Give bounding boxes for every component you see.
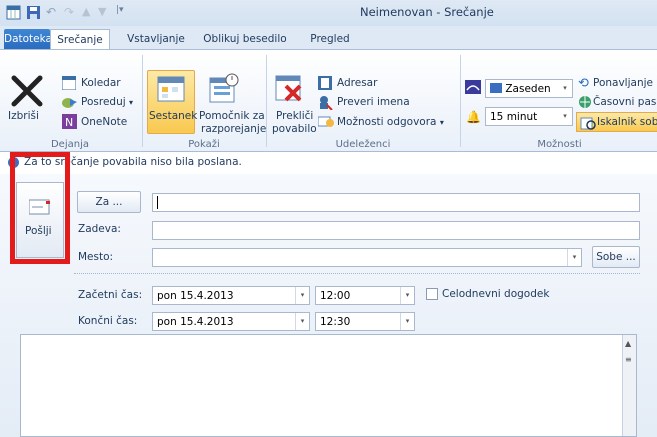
start-time-label: Začetni čas: xyxy=(78,289,143,301)
address-book-icon xyxy=(318,76,332,93)
subject-label: Zadeva: xyxy=(78,223,121,235)
location-label: Mesto: xyxy=(78,251,114,263)
forward-dropdown-icon[interactable]: ▾ xyxy=(129,98,133,107)
reminder-select[interactable]: 15 minut ▾ xyxy=(485,107,573,126)
check-names-button[interactable]: Preveri imena xyxy=(337,96,410,108)
title-bar: ↶ ↷ ▲ ▼ |▾ Neimenovan - Srečanje xyxy=(0,0,657,26)
group-label-show: Pokaži xyxy=(188,139,220,150)
subject-field[interactable] xyxy=(152,221,640,240)
chevron-down-icon[interactable]: ▾ xyxy=(400,287,414,304)
time-zones-icon xyxy=(578,95,592,112)
vertical-scrollbar[interactable]: ▲ ≡ xyxy=(622,335,636,436)
onenote-button[interactable]: OneNote xyxy=(81,116,127,128)
tab-format-text[interactable]: Oblikuj besedilo xyxy=(198,29,292,49)
tab-insert[interactable]: Vstavljanje xyxy=(122,29,190,49)
response-options-dropdown-icon[interactable]: ▾ xyxy=(440,118,444,127)
chevron-down-icon[interactable]: ▾ xyxy=(558,108,572,125)
info-bar: i Za to srečanje povabila niso bila posl… xyxy=(0,152,657,174)
highlight-box xyxy=(10,152,70,264)
delete-button[interactable]: Izbriši xyxy=(8,110,39,122)
reminder-bell-icon: 🔔 xyxy=(466,110,481,124)
scheduling-assistant-label2: razporejanje xyxy=(201,123,267,135)
end-time-value: 12:30 xyxy=(320,316,351,328)
end-date-select[interactable]: pon 15.4.2013 ▾ xyxy=(152,312,310,331)
customize-toolbar-icon[interactable]: |▾ xyxy=(116,5,131,20)
group-separator xyxy=(460,55,461,147)
response-options-label: Možnosti odgovora xyxy=(337,116,437,128)
redo-icon[interactable]: ↷ xyxy=(64,5,79,20)
end-time-label: Končni čas: xyxy=(78,315,138,327)
to-button[interactable]: Za ... xyxy=(77,191,141,213)
calendar-app-icon[interactable] xyxy=(6,5,21,20)
show-as-icon xyxy=(465,80,481,97)
calendar-icon xyxy=(61,75,77,93)
recurrence-icon: ⟲ xyxy=(578,76,589,91)
scheduling-assistant-button[interactable]: Pomočnik za xyxy=(199,110,265,122)
up-arrow-icon[interactable]: ▲ xyxy=(82,5,97,20)
check-names-icon xyxy=(318,95,333,113)
cancel-invitation-button[interactable]: Prekliči xyxy=(276,110,313,122)
ribbon-tabs: Datoteka Srečanje Vstavljanje Oblikuj be… xyxy=(0,26,657,49)
reminder-value: 15 minut xyxy=(490,111,538,123)
tab-file[interactable]: Datoteka xyxy=(4,29,52,49)
end-date-value: pon 15.4.2013 xyxy=(157,316,234,328)
tab-review[interactable]: Pregled xyxy=(300,29,360,49)
address-book-button[interactable]: Adresar xyxy=(337,77,377,89)
response-options-button[interactable]: Možnosti odgovora ▾ xyxy=(337,116,444,128)
group-label-actions: Dejanja xyxy=(50,139,89,150)
all-day-label: Celodnevni dogodek xyxy=(442,288,550,300)
group-label-options: Možnosti xyxy=(537,139,582,150)
tab-meeting[interactable]: Srečanje xyxy=(50,29,110,49)
scroll-thumb-icon[interactable]: ≡ xyxy=(625,355,632,364)
time-zones-button[interactable]: Časovni pasovi xyxy=(593,96,657,108)
start-time-select[interactable]: 12:00 ▾ xyxy=(315,286,415,305)
start-time-value: 12:00 xyxy=(320,290,351,302)
all-day-checkbox[interactable] xyxy=(426,288,438,300)
start-date-select[interactable]: pon 15.4.2013 ▾ xyxy=(152,286,310,305)
cancel-invitation-label2: povabilo xyxy=(272,123,317,135)
svg-text:N: N xyxy=(65,116,73,129)
window-title: Neimenovan - Srečanje xyxy=(360,5,494,19)
down-arrow-icon[interactable]: ▼ xyxy=(98,5,113,20)
calendar-button[interactable]: Koledar xyxy=(81,77,121,89)
undo-icon[interactable]: ↶ xyxy=(46,5,61,20)
room-finder-button[interactable]: Iskalnik sob xyxy=(576,112,657,132)
chevron-down-icon[interactable]: ▾ xyxy=(400,313,414,330)
divider xyxy=(74,273,640,274)
rooms-button[interactable]: Sobe ... xyxy=(592,246,640,268)
meeting-view-label: Sestanek xyxy=(149,110,198,122)
group-label-attendees: Udeleženci xyxy=(335,139,391,150)
onenote-icon: N xyxy=(62,114,77,132)
scroll-up-icon[interactable]: ▲ xyxy=(625,339,631,348)
response-options-icon xyxy=(317,114,334,132)
end-time-select[interactable]: 12:30 ▾ xyxy=(315,312,415,331)
chevron-down-icon[interactable]: ▾ xyxy=(558,80,572,97)
scheduling-assistant-icon xyxy=(206,72,240,109)
chevron-down-icon[interactable]: ▾ xyxy=(567,249,581,266)
group-separator xyxy=(266,55,267,147)
show-as-select[interactable]: Zaseden ▾ xyxy=(485,79,573,98)
location-field[interactable]: ▾ xyxy=(152,248,582,267)
meeting-view-button[interactable] xyxy=(147,70,195,134)
save-icon[interactable] xyxy=(26,5,41,20)
forward-button[interactable]: Posreduj ▾ xyxy=(81,96,133,108)
message-body[interactable]: ▲ ≡ xyxy=(20,334,637,437)
text-cursor xyxy=(157,196,158,209)
room-finder-label: Iskalnik sob xyxy=(597,116,657,128)
forward-label: Posreduj xyxy=(81,96,126,108)
start-date-value: pon 15.4.2013 xyxy=(157,290,234,302)
show-as-value: Zaseden xyxy=(505,83,551,95)
group-separator xyxy=(142,55,143,147)
recurrence-button[interactable]: Ponavljanje xyxy=(593,77,653,89)
chevron-down-icon[interactable]: ▾ xyxy=(295,313,309,330)
busy-color-swatch xyxy=(490,83,502,93)
delete-icon[interactable] xyxy=(10,74,44,111)
chevron-down-icon[interactable]: ▾ xyxy=(295,287,309,304)
cancel-invitation-icon xyxy=(272,72,306,109)
forward-icon xyxy=(62,95,78,112)
room-finder-icon xyxy=(580,117,596,130)
to-field[interactable] xyxy=(152,193,640,212)
